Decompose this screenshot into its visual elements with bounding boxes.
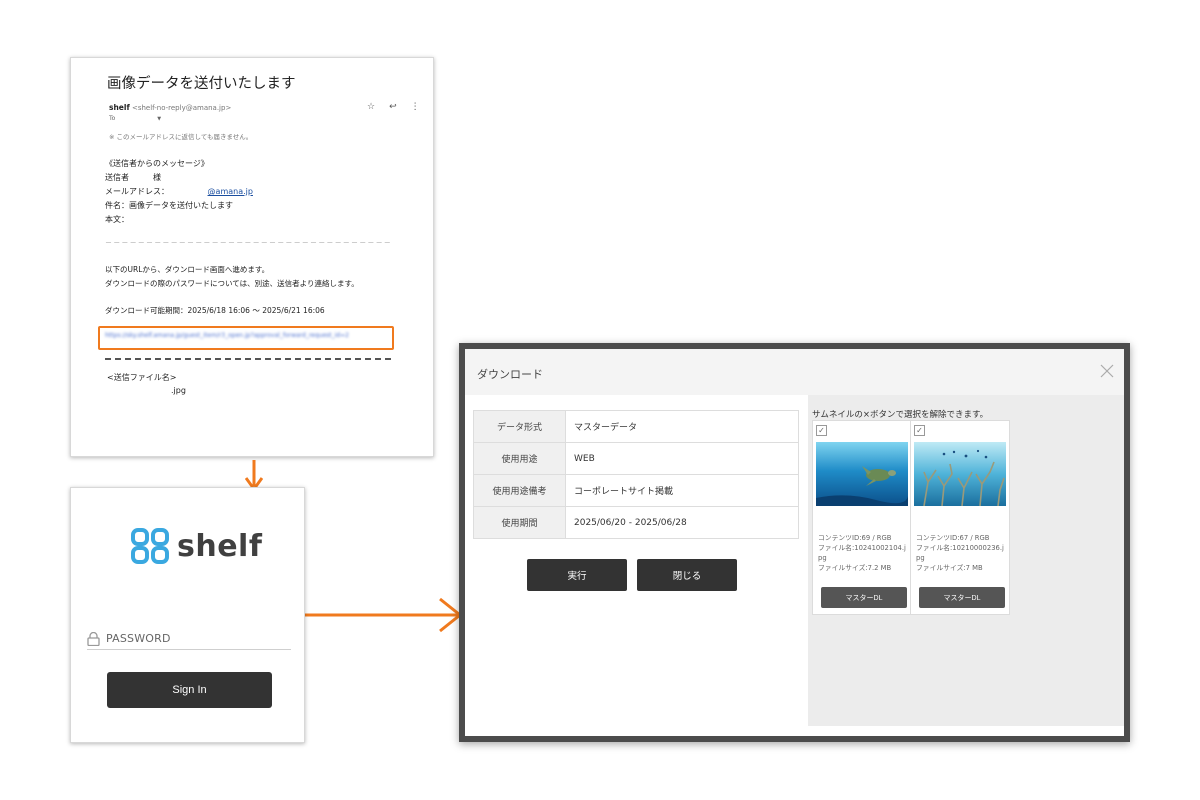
download-url-highlight: https://sky.shelf.amana.jp/guest_item/r3… — [98, 326, 394, 350]
more-vert-icon[interactable]: ⋮ — [411, 102, 420, 112]
select-checkbox[interactable]: ✓ — [816, 425, 827, 436]
content-meta: コンテンツID:69 / RGB ファイル名:10241002104.jpg フ… — [818, 533, 908, 573]
file-size: ファイルサイズ:7 MB — [916, 564, 983, 572]
divider: －－－－－－－－－－－－－－－－－－－－－－－－－－－－－－－－－－－－－－ — [105, 239, 391, 247]
sender-line: 送信者 様 — [105, 173, 161, 182]
email-message: 《送信者からのメッセージ》 送信者 様 メールアドレス： @amana.jp 件… — [105, 157, 253, 227]
select-checkbox[interactable]: ✓ — [914, 425, 925, 436]
dialog-title: ダウンロード — [477, 368, 543, 381]
table-row: 使用用途 WEB — [473, 442, 799, 475]
file-size: ファイルサイズ:7.2 MB — [818, 564, 892, 572]
row-value: コーポレートサイト掲載 — [565, 474, 799, 507]
thumbnail-hint: サムネイルの×ボタンで選択を解除できます。 — [812, 410, 989, 420]
sign-in-button[interactable]: Sign In — [107, 672, 272, 708]
shelf-logo-icon — [131, 528, 169, 564]
content-id: コンテンツID:69 / RGB — [818, 534, 892, 542]
email-to[interactable]: To ▼ — [109, 115, 161, 122]
thumbnail-panel: サムネイルの×ボタンで選択を解除できます。 ✓ コンテンツID:69 / RGB… — [808, 395, 1124, 726]
master-dl-button[interactable]: マスターDL — [821, 587, 907, 608]
password-placeholder: PASSWORD — [106, 632, 171, 645]
attachment-info: <送信ファイル名> .jpg — [107, 371, 186, 397]
divider-solid — [105, 358, 391, 360]
execute-button[interactable]: 実行 — [527, 559, 627, 591]
message-header: 《送信者からのメッセージ》 — [105, 159, 209, 168]
no-reply-notice: ※ このメールアドレスに返信しても届きません。 — [109, 133, 253, 141]
url-intro-line2: ダウンロードの際のパスワードについては、別途、送信者より連絡します。 — [105, 279, 359, 288]
email-window: 画像データを送付いたします shelf <shelf-no-reply@aman… — [70, 57, 434, 457]
thumbnail-card: ✓ — [813, 421, 911, 614]
attachment-label: <送信ファイル名> — [107, 373, 177, 382]
file-name: ファイル名:10241002104.jpg — [818, 544, 906, 562]
download-settings: データ形式 マスターデータ 使用用途 WEB 使用用途備考 コーポレートサイト掲… — [465, 395, 808, 736]
thumbnail-card: ✓ — [911, 421, 1009, 614]
sea-turtle-image — [816, 442, 908, 506]
content-id: コンテンツID:67 / RGB — [916, 534, 990, 542]
row-key: 使用用途備考 — [473, 474, 566, 507]
dialog-header: ダウンロード — [465, 349, 1124, 395]
arrow-right-icon — [300, 597, 463, 633]
file-name: ファイル名:10210000236.jpg — [916, 544, 1004, 562]
to-label: To — [109, 115, 116, 122]
mail-label: メールアドレス： — [105, 187, 169, 196]
url-intro: 以下のURLから、ダウンロード画面へ進めます。 ダウンロードの際のパスワードにつ… — [105, 263, 359, 291]
download-period: ダウンロード可能期間：2025/6/18 16:06 ～ 2025/6/21 1… — [105, 306, 325, 315]
sender-address: <shelf-no-reply@amana.jp> — [131, 104, 232, 112]
email-sender: shelf <shelf-no-reply@amana.jp> — [109, 103, 231, 112]
content-meta: コンテンツID:67 / RGB ファイル名:10210000236.jpg フ… — [916, 533, 1006, 573]
shelf-logo: shelf — [131, 528, 262, 564]
mail-link[interactable]: @amana.jp — [208, 187, 253, 196]
thumbnail-list: ✓ コンテンツID:69 / RGB ファイル名:10241002104.jpg… — [812, 420, 1010, 615]
subject-line: 件名：画像データを送付いたします — [105, 201, 233, 210]
row-key: データ形式 — [473, 410, 566, 443]
row-value: 2025/06/20 - 2025/06/28 — [565, 506, 799, 539]
attachment-filename: .jpg — [171, 386, 186, 395]
download-dialog: ダウンロード データ形式 マスターデータ 使用用途 WEB 使用用途備考 コーポ… — [459, 343, 1130, 742]
table-row: 使用期間 2025/06/20 - 2025/06/28 — [473, 506, 799, 539]
caret-down-icon[interactable]: ▼ — [157, 116, 161, 122]
master-dl-button[interactable]: マスターDL — [919, 587, 1005, 608]
lock-icon — [87, 631, 100, 646]
table-row: データ形式 マスターデータ — [473, 410, 799, 443]
coral-reef-image — [914, 442, 1006, 506]
reply-icon[interactable]: ↩ — [389, 102, 397, 112]
download-info-table: データ形式 マスターデータ 使用用途 WEB 使用用途備考 コーポレートサイト掲… — [473, 410, 799, 539]
email-actions: ☆ ↩ ⋮ — [367, 102, 420, 112]
close-icon[interactable] — [1099, 363, 1115, 379]
row-value: マスターデータ — [565, 410, 799, 443]
close-button[interactable]: 閉じる — [637, 559, 737, 591]
login-window: shelf PASSWORD Sign In — [70, 487, 305, 743]
mail-line: メールアドレス： @amana.jp — [105, 185, 253, 199]
url-intro-line1: 以下のURLから、ダウンロード画面へ進めます。 — [105, 265, 270, 274]
download-url-link[interactable]: https://sky.shelf.amana.jp/guest_item/r3… — [105, 332, 387, 339]
table-row: 使用用途備考 コーポレートサイト掲載 — [473, 474, 799, 507]
row-key: 使用期間 — [473, 506, 566, 539]
dialog-body: ダウンロード データ形式 マスターデータ 使用用途 WEB 使用用途備考 コーポ… — [465, 349, 1124, 736]
logo-text: shelf — [177, 528, 263, 564]
body-label: 本文： — [105, 215, 129, 224]
sender-name: shelf — [109, 103, 130, 112]
row-key: 使用用途 — [473, 442, 566, 475]
email-subject: 画像データを送付いたします — [107, 76, 296, 92]
row-value: WEB — [565, 442, 799, 475]
star-icon[interactable]: ☆ — [367, 102, 375, 112]
password-input[interactable]: PASSWORD — [87, 628, 291, 650]
